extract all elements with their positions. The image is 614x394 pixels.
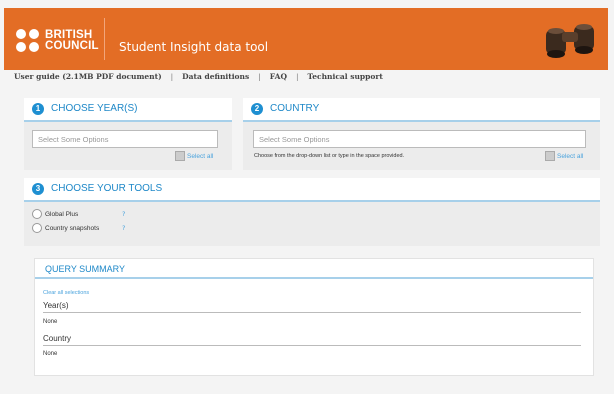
nav-separator: |: [258, 72, 261, 81]
binoculars-icon: [546, 24, 594, 58]
logo-text: BRITISH COUNCIL: [45, 28, 99, 52]
logo-line2: COUNCIL: [45, 39, 99, 52]
year-select-all[interactable]: Select all: [175, 151, 213, 161]
tools-section-title: CHOOSE YOUR TOOLS: [51, 183, 163, 194]
select-all-checkbox[interactable]: [175, 151, 185, 161]
query-summary-title: QUERY SUMMARY: [45, 264, 126, 274]
tool-option-country-snapshots[interactable]: Country snapshots: [32, 223, 99, 233]
country-select-all[interactable]: Select all: [545, 151, 583, 161]
tool-option-label: Global Plus: [45, 210, 79, 218]
tool-option-global-plus[interactable]: Global Plus: [32, 209, 78, 219]
summary-divider: [35, 277, 593, 279]
tools-section-header: 3 CHOOSE YOUR TOOLS: [24, 178, 600, 202]
nav-data-definitions-link[interactable]: Data definitions: [182, 72, 249, 81]
year-select-input[interactable]: Select Some Options: [32, 130, 218, 148]
app-title: Student Insight data tool: [119, 40, 269, 54]
header-bar: BRITISH COUNCIL Student Insight data too…: [4, 8, 608, 70]
summary-country-rule: [43, 345, 581, 346]
country-hint-text: Choose from the drop-down list or type i…: [254, 153, 405, 159]
step-number-badge: 3: [32, 183, 44, 195]
country-section-header: 2 COUNTRY: [243, 98, 600, 122]
country-panel: 2 COUNTRY Select Some Options Choose fro…: [243, 98, 600, 170]
select-all-label: Select all: [557, 152, 584, 160]
summary-country-label: Country: [43, 334, 72, 343]
help-icon[interactable]: ?: [122, 224, 125, 232]
year-section-header: 1 CHOOSE YEAR(S): [24, 98, 232, 122]
country-select-input[interactable]: Select Some Options: [253, 130, 586, 148]
nav-user-guide-link[interactable]: User guide (2.1MB PDF document): [14, 72, 162, 81]
step-number-badge: 2: [251, 103, 263, 115]
top-nav: User guide (2.1MB PDF document) | Data def…: [14, 72, 383, 81]
logo-dots-icon: [16, 29, 39, 52]
query-summary-panel: QUERY SUMMARY Clear all selections Year(…: [34, 258, 594, 376]
help-icon[interactable]: ?: [122, 210, 125, 218]
summary-year-value: None: [43, 319, 58, 325]
header-divider: [104, 18, 105, 60]
nav-separator: |: [296, 72, 299, 81]
tool-option-label: Country snapshots: [45, 224, 100, 232]
summary-country-value: None: [43, 351, 58, 357]
radio-button[interactable]: [32, 209, 42, 219]
summary-year-rule: [43, 312, 581, 313]
year-section-title: CHOOSE YEAR(S): [51, 103, 138, 114]
logo-line1: BRITISH: [45, 28, 93, 41]
nav-separator: |: [170, 72, 174, 81]
british-council-logo[interactable]: BRITISH COUNCIL: [16, 29, 99, 52]
clear-all-selections-link[interactable]: Clear all selections: [43, 290, 89, 296]
nav-faq-link[interactable]: FAQ: [270, 72, 287, 81]
country-section-title: COUNTRY: [270, 103, 320, 114]
select-all-checkbox[interactable]: [545, 151, 555, 161]
step-number-badge: 1: [32, 103, 44, 115]
radio-button[interactable]: [32, 223, 42, 233]
nav-technical-support-link[interactable]: Technical support: [308, 72, 383, 81]
summary-year-label: Year(s): [43, 301, 69, 310]
tools-panel: 3 CHOOSE YOUR TOOLS Global Plus ? Countr…: [24, 178, 600, 246]
select-all-label: Select all: [187, 152, 214, 160]
year-panel: 1 CHOOSE YEAR(S) Select Some Options Sel…: [24, 98, 232, 170]
